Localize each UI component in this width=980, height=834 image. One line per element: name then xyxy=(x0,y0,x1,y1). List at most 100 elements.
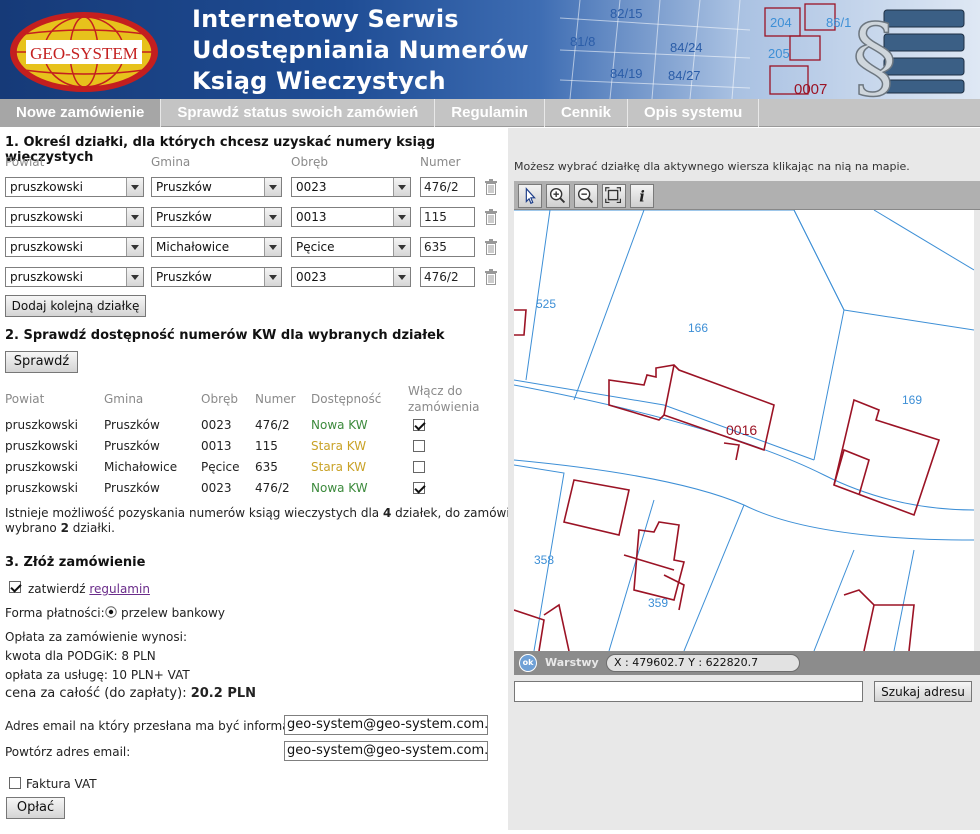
site-title: Internetowy Serwis Udostępniania Numerów… xyxy=(192,5,529,95)
full-extent-icon[interactable] xyxy=(602,184,626,208)
table-head-include: zamówienia xyxy=(408,400,480,414)
col-head-powiat: Powiat xyxy=(5,155,45,169)
cell-gmina: Pruszków xyxy=(104,439,160,453)
nav-new-order[interactable]: Nowe zamówienie xyxy=(0,99,162,127)
email-field[interactable]: geo-system@geo-system.com.pl xyxy=(284,715,488,735)
obreb-select[interactable]: 0013 xyxy=(291,207,411,227)
zoom-in-icon[interactable] xyxy=(546,184,570,208)
invoice-label: Faktura VAT xyxy=(26,777,97,791)
zoom-out-icon[interactable] xyxy=(574,184,598,208)
cell-gmina: Michałowice xyxy=(104,460,178,474)
trash-icon[interactable] xyxy=(484,209,498,225)
gmina-select[interactable]: Michałowice xyxy=(151,237,282,257)
gmina-select[interactable]: Pruszków xyxy=(151,267,282,287)
numer-input[interactable]: 476/2 xyxy=(420,267,475,287)
powiat-select[interactable]: pruszkowski xyxy=(5,177,144,197)
parcel-label: 166 xyxy=(688,321,708,335)
ok-icon[interactable]: ok xyxy=(519,654,537,672)
info-icon[interactable]: i xyxy=(630,184,654,208)
numer-input[interactable]: 476/2 xyxy=(420,177,475,197)
map-canvas[interactable]: 525 166 169 0016 358 359 xyxy=(514,210,974,651)
nav-opis-systemu[interactable]: Opis systemu xyxy=(628,99,760,127)
add-parcel-button[interactable]: Dodaj kolejną działkę xyxy=(5,295,146,317)
header-map-label: 205 xyxy=(768,46,790,61)
powiat-select[interactable]: pruszkowski xyxy=(5,267,144,287)
numer-input[interactable]: 635 xyxy=(420,237,475,257)
cell-gmina: Pruszków xyxy=(104,418,160,432)
accept-terms-checkbox[interactable] xyxy=(9,581,21,593)
paragraph-sign-logo: § xyxy=(851,4,965,99)
cell-numer: 476/2 xyxy=(255,481,290,495)
chevron-down-icon xyxy=(264,268,281,286)
pay-button[interactable]: Opłać xyxy=(6,797,65,819)
fee-title: Opłata za zamówienie wynosi: xyxy=(5,630,188,644)
step3-title: 3. Złóż zamówienie xyxy=(5,555,146,570)
nav-regulamin[interactable]: Regulamin xyxy=(435,99,545,127)
powiat-select[interactable]: pruszkowski xyxy=(5,207,144,227)
gmina-select[interactable]: Pruszków xyxy=(151,207,282,227)
parcel-label-selected: 0016 xyxy=(726,422,757,438)
table-head-powiat: Powiat xyxy=(5,392,45,406)
address-search-input[interactable] xyxy=(514,681,863,702)
nav-order-status[interactable]: Sprawdź status swoich zamówień xyxy=(161,99,436,127)
include-checkbox[interactable] xyxy=(413,461,425,473)
cell-numer: 115 xyxy=(255,439,278,453)
layers-button[interactable]: Warstwy xyxy=(545,656,599,669)
numer-input[interactable]: 115 xyxy=(420,207,475,227)
cell-powiat: pruszkowski xyxy=(5,418,78,432)
availability-summary: wybrano 2 działki. xyxy=(5,521,115,535)
select-arrow-icon[interactable] xyxy=(518,184,542,208)
include-checkbox[interactable] xyxy=(413,482,425,494)
nav-cennik[interactable]: Cennik xyxy=(545,99,628,127)
fee-service: opłata za usługę: 10 PLN+ VAT xyxy=(5,668,190,682)
trash-icon[interactable] xyxy=(484,269,498,285)
table-head-numer: Numer xyxy=(255,392,296,406)
header-map-label: 84/19 xyxy=(610,66,643,81)
parcel-label: 525 xyxy=(536,297,556,311)
parcel-label: 359 xyxy=(648,596,668,610)
table-head-include: Włącz do xyxy=(408,384,463,398)
email-repeat-field[interactable]: geo-system@geo-system.com.pl xyxy=(284,741,488,761)
obreb-select[interactable]: Pęcice xyxy=(291,237,411,257)
obreb-select[interactable]: 0023 xyxy=(291,267,411,287)
logo-text: GEO-SYSTEM xyxy=(30,44,138,63)
col-head-obreb: Obręb xyxy=(291,155,328,169)
header-map-label: 0007 xyxy=(794,81,827,98)
header-map-label: 84/27 xyxy=(668,68,701,83)
trash-icon[interactable] xyxy=(484,179,498,195)
search-address-button[interactable]: Szukaj adresu xyxy=(874,681,972,702)
include-checkbox[interactable] xyxy=(413,440,425,452)
svg-text:§: § xyxy=(852,5,897,99)
chevron-down-icon xyxy=(126,238,143,256)
email-label: Adres email na który przesłana ma być in… xyxy=(5,719,311,733)
cell-obreb: 0023 xyxy=(201,481,232,495)
status-badge: Stara KW xyxy=(311,439,367,453)
email-repeat-label: Powtórz adres email: xyxy=(5,745,131,759)
trash-icon[interactable] xyxy=(484,239,498,255)
header-map-label: 204 xyxy=(770,15,792,30)
cell-obreb: Pęcice xyxy=(201,460,240,474)
table-head-dostepnosc: Dostępność xyxy=(311,392,382,406)
chevron-down-icon xyxy=(393,178,410,196)
obreb-select[interactable]: 0023 xyxy=(291,177,411,197)
powiat-select[interactable]: pruszkowski xyxy=(5,237,144,257)
payment-radio[interactable] xyxy=(105,606,117,618)
parcel-label: 169 xyxy=(902,393,922,407)
chevron-down-icon xyxy=(393,208,410,226)
parcel-label: 358 xyxy=(534,553,554,567)
gmina-select[interactable]: Pruszków xyxy=(151,177,282,197)
table-head-gmina: Gmina xyxy=(104,392,144,406)
accept-terms-label: zatwierdź regulamin xyxy=(28,582,150,596)
chevron-down-icon xyxy=(264,208,281,226)
chevron-down-icon xyxy=(264,178,281,196)
include-checkbox[interactable] xyxy=(413,419,425,431)
order-form-panel: 1. Określ działki, dla których chcesz uz… xyxy=(0,128,535,834)
check-availability-button[interactable]: Sprawdź xyxy=(5,351,78,373)
invoice-checkbox[interactable] xyxy=(9,777,21,789)
total-price: cena za całość (do zapłaty): 20.2 PLN xyxy=(5,686,257,701)
cadastral-map[interactable]: 525 166 169 0016 358 359 xyxy=(514,210,974,651)
payment-option-label: przelew bankowy xyxy=(121,606,225,620)
status-badge: Stara KW xyxy=(311,460,367,474)
regulamin-link[interactable]: regulamin xyxy=(89,582,150,596)
cell-obreb: 0023 xyxy=(201,418,232,432)
